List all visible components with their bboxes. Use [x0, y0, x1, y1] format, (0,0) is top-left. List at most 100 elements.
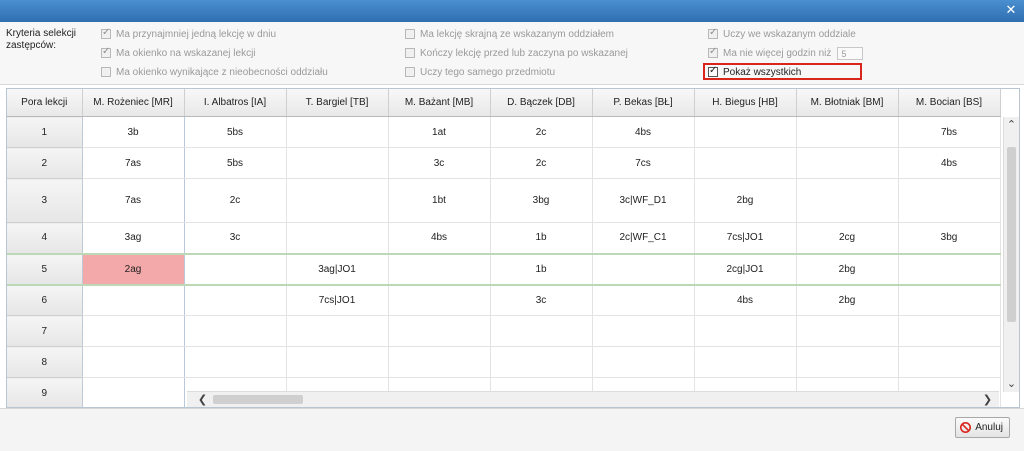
schedule-cell[interactable]: 2bg — [796, 253, 899, 286]
schedule-cell[interactable]: 3bg — [898, 222, 1001, 255]
schedule-cell[interactable]: 2c — [490, 147, 593, 179]
schedule-cell[interactable]: 1b — [490, 253, 593, 286]
schedule-cell[interactable] — [82, 284, 185, 316]
checkbox-free-period[interactable]: Ma okienko na wskazanej lekcji — [101, 46, 256, 60]
checkbox-edge-lesson[interactable]: Ma lekcję skrajną ze wskazanym oddziałem — [405, 27, 614, 41]
schedule-cell[interactable]: 7cs — [592, 147, 695, 179]
schedule-cell[interactable] — [82, 346, 185, 378]
schedule-cell[interactable]: 3ag — [82, 222, 185, 255]
schedule-cell[interactable]: 7as — [82, 178, 185, 223]
column-header-period[interactable]: Pora lekcji — [7, 89, 83, 117]
schedule-cell[interactable]: 2cg — [796, 222, 899, 255]
schedule-cell[interactable] — [898, 178, 1001, 223]
max-hours-input[interactable]: 5 — [837, 46, 864, 60]
column-header-teacher[interactable]: H. Biegus [HB] — [694, 89, 797, 117]
column-header-teacher[interactable]: D. Bączek [DB] — [490, 89, 593, 117]
checkbox-free-period-class-absence[interactable]: Ma okienko wynikające z nieobecności odd… — [101, 65, 328, 79]
schedule-cell[interactable]: 7cs|JO1 — [694, 222, 797, 255]
schedule-cell[interactable]: 3bg — [490, 178, 593, 223]
vertical-scroll-thumb[interactable] — [1007, 147, 1016, 322]
checkbox-same-subject[interactable]: Uczy tego samego przedmiotu — [405, 65, 555, 79]
column-header-teacher[interactable]: P. Bekas [BŁ] — [592, 89, 695, 117]
schedule-cell[interactable] — [694, 116, 797, 148]
schedule-cell[interactable]: 7bs — [898, 116, 1001, 148]
schedule-cell[interactable]: 5bs — [184, 147, 287, 179]
schedule-cell[interactable] — [82, 377, 185, 407]
checkbox-max-hours[interactable]: Ma nie więcej godzin niż 5 — [708, 46, 864, 60]
schedule-cell[interactable] — [388, 253, 491, 286]
schedule-cell[interactable] — [490, 346, 593, 378]
horizontal-scrollbar[interactable]: ❮ ❯ — [187, 391, 999, 407]
schedule-cell[interactable]: 2c|WF_C1 — [592, 222, 695, 255]
schedule-cell[interactable]: 3b — [82, 116, 185, 148]
column-header-teacher[interactable]: T. Bargiel [TB] — [286, 89, 389, 117]
schedule-cell[interactable]: 7as — [82, 147, 185, 179]
schedule-cell[interactable] — [796, 178, 899, 223]
schedule-cell[interactable]: 1at — [388, 116, 491, 148]
schedule-cell[interactable] — [694, 147, 797, 179]
schedule-cell[interactable]: 7cs|JO1 — [286, 284, 389, 316]
schedule-cell[interactable]: 3c — [490, 284, 593, 316]
scroll-down-icon[interactable]: ⌄ — [1004, 376, 1019, 392]
schedule-cell[interactable]: 1bt — [388, 178, 491, 223]
schedule-cell[interactable] — [898, 346, 1001, 378]
schedule-cell[interactable] — [796, 116, 899, 148]
schedule-cell[interactable] — [898, 284, 1001, 316]
scroll-up-icon[interactable]: ⌃ — [1004, 117, 1019, 133]
schedule-cell[interactable]: 2c — [490, 116, 593, 148]
schedule-cell[interactable]: 3c|WF_D1 — [592, 178, 695, 223]
schedule-cell[interactable] — [388, 315, 491, 347]
schedule-cell[interactable] — [796, 147, 899, 179]
schedule-cell[interactable] — [592, 346, 695, 378]
schedule-cell[interactable] — [592, 284, 695, 316]
column-header-teacher[interactable]: M. Bażant [MB] — [388, 89, 491, 117]
column-header-teacher[interactable]: M. Bocian [BS] — [898, 89, 1001, 117]
checkbox-teaches-class[interactable]: Uczy we wskazanym oddziale — [708, 27, 856, 41]
vertical-scrollbar[interactable]: ⌃ ⌄ — [1003, 117, 1019, 392]
cancel-button[interactable]: Anuluj — [955, 417, 1010, 438]
schedule-cell[interactable] — [286, 315, 389, 347]
checkbox-has-lesson-in-day[interactable]: Ma przynajmniej jedną lekcję w dniu — [101, 27, 276, 41]
schedule-cell[interactable] — [592, 315, 695, 347]
schedule-cell[interactable]: 2bg — [694, 178, 797, 223]
close-icon[interactable]: ✕ — [1004, 4, 1018, 18]
schedule-cell[interactable] — [898, 315, 1001, 347]
schedule-cell[interactable]: 3ag|JO1 — [286, 253, 389, 286]
schedule-cell[interactable] — [592, 253, 695, 286]
schedule-cell[interactable] — [286, 178, 389, 223]
schedule-cell[interactable]: 2c — [184, 178, 287, 223]
schedule-cell[interactable]: 5bs — [184, 116, 287, 148]
schedule-cell[interactable]: 3c — [184, 222, 287, 255]
schedule-cell[interactable] — [694, 346, 797, 378]
schedule-cell[interactable] — [388, 284, 491, 316]
schedule-cell[interactable]: 4bs — [388, 222, 491, 255]
column-header-teacher[interactable]: M. Rożeniec [MR] — [82, 89, 185, 117]
column-header-teacher[interactable]: I. Albatros [IA] — [184, 89, 287, 117]
schedule-cell[interactable] — [286, 346, 389, 378]
checkbox-ends-before-starts-after[interactable]: Kończy lekcję przed lub zaczyna po wskaz… — [405, 46, 628, 60]
schedule-cell[interactable] — [82, 315, 185, 347]
schedule-cell[interactable] — [286, 116, 389, 148]
schedule-cell[interactable] — [184, 284, 287, 316]
schedule-cell[interactable]: 1b — [490, 222, 593, 255]
schedule-cell[interactable]: 2bg — [796, 284, 899, 316]
schedule-cell[interactable]: 4bs — [694, 284, 797, 316]
column-header-teacher[interactable]: M. Błotniak [BM] — [796, 89, 899, 117]
schedule-cell[interactable]: 2ag — [82, 253, 185, 286]
schedule-cell[interactable] — [388, 346, 491, 378]
schedule-cell[interactable] — [286, 222, 389, 255]
schedule-cell[interactable] — [184, 315, 287, 347]
schedule-cell[interactable] — [898, 253, 1001, 286]
schedule-cell[interactable] — [796, 346, 899, 378]
scroll-left-icon[interactable]: ❮ — [195, 392, 210, 407]
schedule-cell[interactable]: 3c — [388, 147, 491, 179]
schedule-cell[interactable] — [184, 346, 287, 378]
horizontal-scroll-thumb[interactable] — [213, 395, 303, 404]
schedule-cell[interactable] — [694, 315, 797, 347]
schedule-cell[interactable] — [796, 315, 899, 347]
schedule-cell[interactable] — [184, 253, 287, 286]
schedule-cell[interactable]: 4bs — [592, 116, 695, 148]
schedule-cell[interactable] — [490, 315, 593, 347]
schedule-cell[interactable] — [286, 147, 389, 179]
scroll-right-icon[interactable]: ❯ — [980, 392, 995, 407]
